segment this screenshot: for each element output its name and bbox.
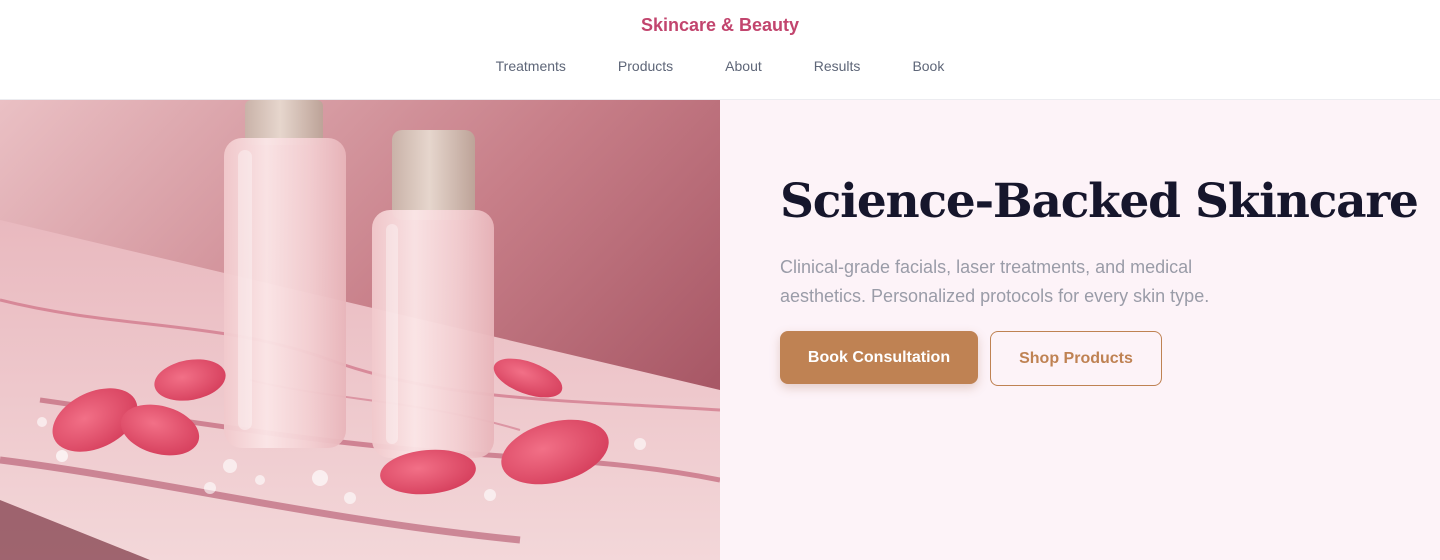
nav-item-book[interactable]: Book (912, 57, 944, 75)
brand-logo[interactable]: Skincare & Beauty (0, 15, 1440, 36)
nav-item-about[interactable]: About (725, 57, 762, 75)
hero-title: Science-Backed Skincare (780, 174, 1419, 229)
hero-image (0, 100, 720, 560)
hero-photo-illustration (0, 100, 720, 560)
nav-item-results[interactable]: Results (814, 57, 861, 75)
nav-item-treatments[interactable]: Treatments (496, 57, 566, 75)
site-header: Skincare & Beauty Treatments Products Ab… (0, 0, 1440, 100)
main-nav: Treatments Products About Results Book (0, 57, 1440, 75)
hero-subtitle: Clinical-grade facials, laser treatments… (780, 257, 1210, 306)
hero-panel: Science-Backed Skincare Clinical-grade f… (720, 100, 1440, 560)
nav-item-products[interactable]: Products (618, 57, 673, 75)
book-consultation-button[interactable]: Book Consultation (780, 331, 978, 384)
shop-products-button[interactable]: Shop Products (990, 331, 1162, 386)
